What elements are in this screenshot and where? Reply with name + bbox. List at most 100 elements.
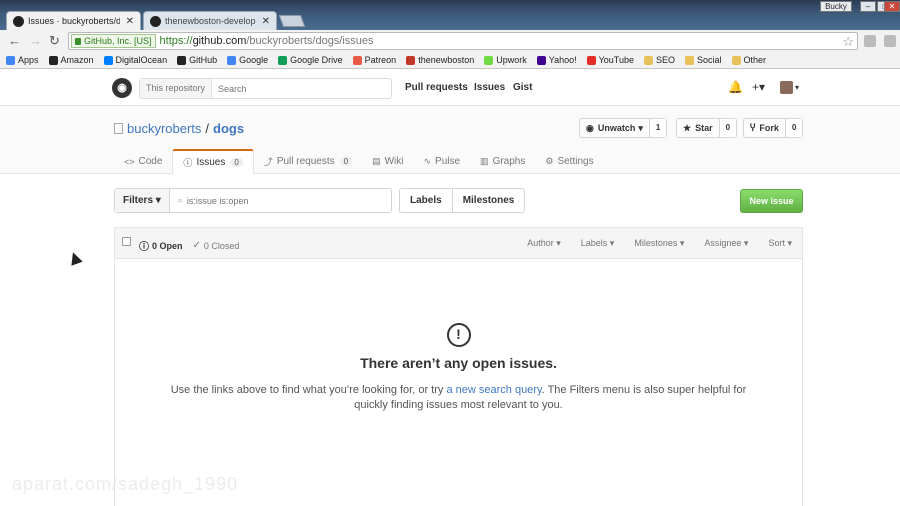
bookmark-star-icon[interactable]: ☆ xyxy=(842,34,854,50)
reload-icon[interactable]: ↻ xyxy=(49,34,60,47)
create-new-plus-icon[interactable]: +▾ xyxy=(752,80,765,94)
bookmark-digitalocean[interactable]: DigitalOcean xyxy=(103,55,167,65)
bookmark-google[interactable]: Google xyxy=(227,55,268,65)
milestones-button[interactable]: Milestones xyxy=(451,189,525,212)
bookmark-youtube[interactable]: YouTube xyxy=(586,55,634,65)
profile-button[interactable]: Bucky xyxy=(820,1,852,12)
tab-pulse[interactable]: ∿ Pulse xyxy=(413,149,470,174)
fork-button[interactable]: Ⴤ Fork 0 xyxy=(743,118,804,138)
yahoo-icon xyxy=(536,55,546,65)
back-icon[interactable]: ← xyxy=(8,34,21,47)
close-tab-icon[interactable]: ✕ xyxy=(262,16,270,27)
github-logo-icon[interactable]: ◉ xyxy=(112,78,132,98)
avatar[interactable] xyxy=(780,81,793,94)
folder-icon xyxy=(731,55,741,65)
watch-button[interactable]: ◉ Unwatch ▾ 1 xyxy=(579,118,668,138)
blank-slate-title: There aren’t any open issues. xyxy=(360,355,557,371)
new-issue-button[interactable]: New issue xyxy=(740,189,803,213)
tab-graphs[interactable]: ▥ Graphs xyxy=(470,149,535,174)
new-tab-button[interactable] xyxy=(278,15,306,27)
window-close-icon[interactable]: ✕ xyxy=(884,1,900,12)
upwork-icon xyxy=(484,55,494,65)
issue-opened-icon: ⓘ xyxy=(139,242,149,253)
bookmark-yahoo[interactable]: Yahoo! xyxy=(536,55,577,65)
bookmark-amazon[interactable]: Amazon xyxy=(48,55,94,65)
filter-input[interactable] xyxy=(186,195,377,206)
tab-code[interactable]: <> Code xyxy=(114,149,172,174)
bookmark-github[interactable]: GitHub xyxy=(177,55,217,65)
bookmark-google-drive[interactable]: Google Drive xyxy=(278,55,343,65)
repo-search[interactable]: This repository xyxy=(139,78,392,99)
bookmark-seo[interactable]: SEO xyxy=(643,55,675,65)
bookmark-other[interactable]: Other xyxy=(731,55,766,65)
blank-slate-text: Use the links above to find what you’re … xyxy=(170,384,747,411)
fork-icon: Ⴤ xyxy=(750,122,756,133)
nav-issues[interactable]: Issues xyxy=(474,82,505,93)
bookmark-thenewboston[interactable]: thenewboston xyxy=(406,55,474,65)
filters-dropdown[interactable]: Filters ▾ xyxy=(115,189,170,212)
close-tab-icon[interactable]: ✕ xyxy=(126,16,134,27)
repo-name-link[interactable]: dogs xyxy=(213,121,244,136)
repo-icon xyxy=(114,123,123,134)
tab-issues[interactable]: ⓘ Issues 0 xyxy=(172,149,254,174)
author-dropdown[interactable]: Author ▾ xyxy=(527,238,561,249)
watch-count[interactable]: 1 xyxy=(648,119,667,137)
repo-nav: <> Code ⓘ Issues 0 ⤴ Pull requests 0 ▤ Wiki ∿ P… xyxy=(114,149,604,174)
address-bar[interactable]: GitHub, Inc. [US] https://github.com/buc… xyxy=(68,32,858,50)
forward-icon[interactable]: → xyxy=(29,34,42,47)
milestones-dropdown[interactable]: Milestones ▾ xyxy=(634,238,684,249)
search-scope: This repository xyxy=(140,79,213,98)
extension-icon[interactable] xyxy=(864,35,876,47)
repo-owner-link[interactable]: buckyroberts xyxy=(127,121,201,136)
repo-head: buckyroberts / dogs ◉ Unwatch ▾ 1 ★ Star 0 … xyxy=(0,106,900,174)
check-icon: ✓ xyxy=(192,240,201,251)
select-all-checkbox[interactable] xyxy=(122,237,131,246)
tab-title: Issues · buckyroberts/dogs xyxy=(28,16,120,26)
star-button[interactable]: ★ Star 0 xyxy=(676,118,738,138)
labels-button[interactable]: Labels xyxy=(400,189,452,212)
search-input[interactable] xyxy=(218,83,369,94)
github-header: ◉ This repository Pull requests Issues G… xyxy=(0,70,900,106)
nav-pull-requests[interactable]: Pull requests xyxy=(405,82,468,93)
bookmark-patreon[interactable]: Patreon xyxy=(352,55,396,65)
labels-dropdown[interactable]: Labels ▾ xyxy=(581,238,615,249)
folder-icon xyxy=(685,55,694,65)
bookmark-apps[interactable]: Apps xyxy=(6,55,39,65)
blank-slate: ! There aren’t any open issues. Use the … xyxy=(115,323,802,413)
google-icon xyxy=(227,55,237,65)
folder-icon xyxy=(643,55,653,65)
lock-icon xyxy=(75,37,81,45)
minimize-icon[interactable]: – xyxy=(860,1,876,12)
youtube-icon xyxy=(586,55,596,65)
code-icon: <> xyxy=(124,156,135,167)
menu-icon[interactable] xyxy=(884,35,896,47)
tab-pull-requests[interactable]: ⤴ Pull requests 0 xyxy=(254,149,362,174)
sort-dropdown[interactable]: Sort ▾ xyxy=(768,238,792,249)
closed-issues-link[interactable]: ✓ 0 Closed xyxy=(193,238,240,253)
issues-list: ⓘ 0 Open ✓ 0 Closed Author ▾ Labels ▾ Mile… xyxy=(114,227,803,506)
tab-wiki[interactable]: ▤ Wiki xyxy=(362,149,413,174)
bookmark-upwork[interactable]: Upwork xyxy=(484,55,527,65)
nav-gist[interactable]: Gist xyxy=(513,82,532,93)
browser-tab-thenewboston[interactable]: thenewboston-developers ✕ xyxy=(143,11,277,30)
chevron-down-icon[interactable]: ▾ xyxy=(795,83,799,92)
open-issues-link[interactable]: ⓘ 0 Open xyxy=(139,238,183,254)
issues-filter-bar: Filters ▾ ⌕ xyxy=(114,188,392,213)
pr-counter: 0 xyxy=(339,157,353,166)
notifications-bell-icon[interactable]: 🔔 xyxy=(728,80,743,94)
secure-indicator[interactable]: GitHub, Inc. [US] xyxy=(71,34,156,48)
url-text[interactable]: https://github.com/buckyroberts/dogs/iss… xyxy=(160,35,374,47)
pulse-icon: ∿ xyxy=(423,156,432,166)
browser-tab-issues[interactable]: Issues · buckyroberts/dogs ✕ xyxy=(6,11,141,30)
star-count[interactable]: 0 xyxy=(718,119,737,137)
bookmark-social[interactable]: Social xyxy=(685,55,722,65)
google-drive-icon xyxy=(278,55,288,65)
filter-search[interactable]: ⌕ xyxy=(178,195,377,206)
fork-count[interactable]: 0 xyxy=(784,119,803,137)
tab-settings[interactable]: ⚙ Settings xyxy=(535,149,603,174)
thenewboston-icon xyxy=(406,55,416,65)
assignee-dropdown[interactable]: Assignee ▾ xyxy=(704,238,748,249)
book-icon: ▤ xyxy=(372,156,381,166)
new-search-query-link[interactable]: a new search query xyxy=(446,384,541,396)
browser-titlebar: Issues · buckyroberts/dogs ✕ thenewbosto… xyxy=(0,0,900,30)
